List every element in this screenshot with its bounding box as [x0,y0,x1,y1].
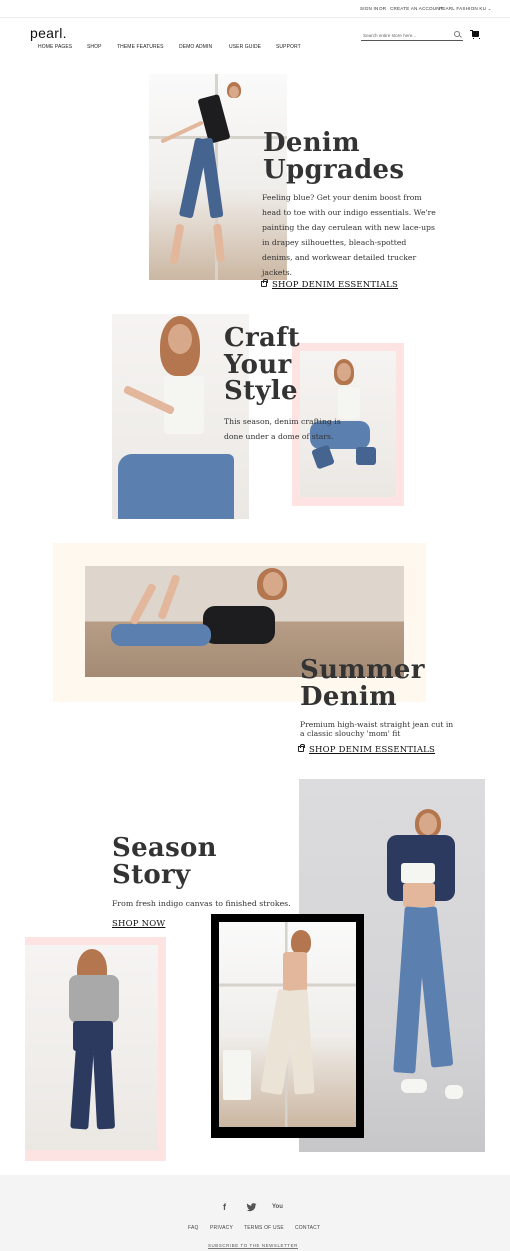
title-line: Story [112,859,191,890]
title-line: Upgrades [263,154,405,185]
subscribe-newsletter-link[interactable]: SUBSCRIBE TO THE NEWSLETTER [208,1243,298,1249]
site-footer [0,1175,510,1251]
title-line: Style [224,376,298,407]
cart-icon[interactable] [470,30,480,39]
youtube-icon[interactable]: You [272,1204,283,1210]
season-story-body: From fresh indigo canvas to finished str… [112,899,291,908]
footer-link-privacy[interactable]: PRIVACY [210,1225,233,1231]
denim-upgrades-title: Denim Upgrades [263,130,404,183]
footer-link-faq[interactable]: FAQ [188,1225,199,1231]
chevron-down-icon: ⌄ [486,6,492,11]
nav-theme-features[interactable]: THEME FEATURES [117,44,164,50]
search-input[interactable] [363,30,449,40]
season-story-photo-left [25,945,158,1150]
bag-icon [261,279,268,287]
create-account-link[interactable]: CREATE AN ACCOUNT [390,6,443,11]
or-text: OR [379,6,387,11]
shop-denim-essentials-link-2[interactable]: SHOP DENIM ESSENTIALS [298,744,436,755]
shop-denim-essentials-link[interactable]: SHOP DENIM ESSENTIALS [261,279,399,290]
title-line: Your [224,349,292,380]
title-line: Season [112,833,217,863]
title-line: Summer [300,655,425,685]
twitter-icon[interactable] [246,1203,257,1212]
bag-icon [298,744,305,752]
sign-in-link[interactable]: SIGN IN [360,6,379,11]
top-utility-bar: SIGN IN OR CREATE AN ACCOUNT PEARL FASHI… [0,0,510,18]
season-story-photo-center [219,922,356,1127]
title-line: Craft [224,323,300,353]
summer-denim-body: Premium high-waist straight jean cut in … [300,720,454,739]
nav-support[interactable]: SUPPORT [276,44,301,50]
shop-now-link[interactable]: SHOP NOW [112,919,165,929]
search-bar [361,29,463,41]
season-story-title: Season Story [112,835,217,888]
store-selector-label: PEARL FASHION KU [439,6,487,11]
denim-upgrades-body: Feeling blue? Get your denim boost from … [262,193,436,278]
facebook-icon[interactable]: f [223,1202,226,1212]
search-icon[interactable] [454,31,460,37]
craft-style-body: This season, denim crafting is done unde… [224,417,341,442]
cta-label: SHOP DENIM ESSENTIALS [309,745,436,755]
site-logo[interactable]: pearl. [30,25,67,41]
nav-user-guide[interactable]: USER GUIDE [229,44,261,50]
cta-label: SHOP DENIM ESSENTIALS [272,280,399,290]
title-line: Denim [263,128,360,158]
summer-denim-title: Summer Denim [300,657,425,710]
nav-shop[interactable]: SHOP [87,44,102,50]
footer-link-terms[interactable]: TERMS OF USE [244,1225,284,1231]
title-line: Denim [300,681,397,712]
craft-style-title: Craft Your Style [224,325,300,405]
store-selector[interactable]: PEARL FASHION KU ⌄ [439,6,492,12]
nav-demo-admin[interactable]: DEMO ADMIN [179,44,212,50]
footer-link-contact[interactable]: CONTACT [295,1225,320,1231]
nav-home-pages[interactable]: HOME PAGES [38,44,72,50]
